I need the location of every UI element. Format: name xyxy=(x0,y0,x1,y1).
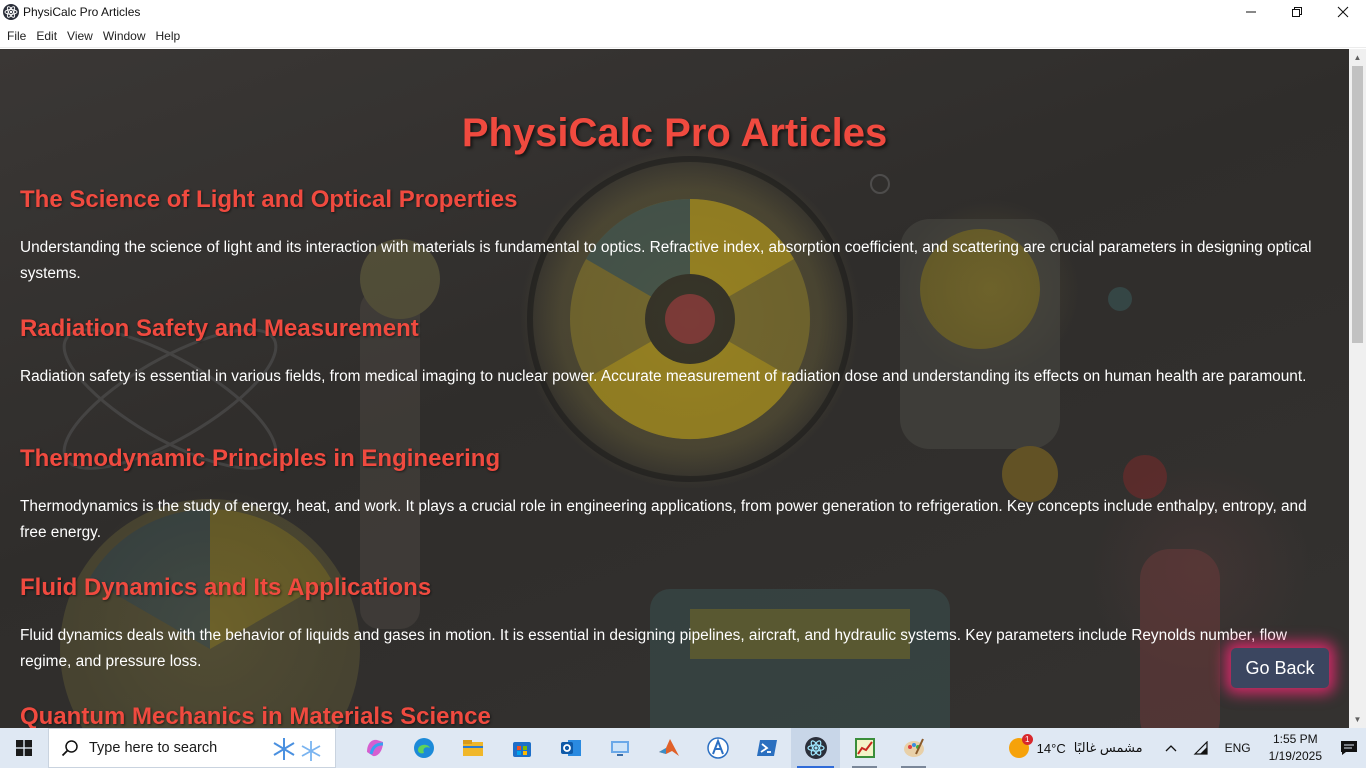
close-button[interactable] xyxy=(1320,0,1366,24)
network-folder-app[interactable] xyxy=(595,728,644,768)
menu-help[interactable]: Help xyxy=(151,24,186,48)
arduino-icon xyxy=(706,737,729,759)
network-folder-icon xyxy=(610,741,629,756)
copilot-icon xyxy=(366,739,383,757)
chart-app-icon xyxy=(854,738,875,758)
restore-button[interactable] xyxy=(1274,0,1320,24)
edge-app[interactable] xyxy=(399,728,448,768)
matlab-icon xyxy=(658,739,679,756)
weather-widget[interactable]: 1 14°C مشمس غالبًا xyxy=(1008,734,1143,758)
snowflake-icon xyxy=(273,738,321,761)
scroll-down-arrow-icon[interactable]: ▼ xyxy=(1349,711,1366,728)
vertical-scrollbar[interactable]: ▲ ▼ xyxy=(1349,49,1366,728)
outlook-icon xyxy=(560,740,581,756)
matlab-app[interactable] xyxy=(644,728,693,768)
network-button[interactable] xyxy=(1193,741,1209,755)
menu-file[interactable]: File xyxy=(2,24,31,48)
language-indicator[interactable]: ENG xyxy=(1225,741,1251,755)
windows-logo-icon xyxy=(16,740,32,756)
taskbar-search[interactable]: Type here to search xyxy=(48,728,336,768)
search-placeholder: Type here to search xyxy=(89,740,218,756)
electron-app[interactable] xyxy=(791,728,840,768)
search-icon xyxy=(61,740,78,757)
window-controls xyxy=(1228,0,1366,24)
edge-icon xyxy=(413,738,434,758)
arduino-app[interactable] xyxy=(693,728,742,768)
close-icon xyxy=(1337,6,1349,18)
menu-bar: File Edit View Window Help xyxy=(0,24,1366,48)
paint-app[interactable] xyxy=(889,728,938,768)
article-body: Fluid dynamics deals with the behavior o… xyxy=(20,627,1287,670)
article-body: Radiation safety is essential in various… xyxy=(20,368,1307,385)
article-radiation: Radiation Safety and Measurement Radiati… xyxy=(20,314,1330,408)
minimize-icon xyxy=(1246,11,1256,13)
article-heading: Quantum Mechanics in Materials Science xyxy=(20,703,491,728)
article-heading: Fluid Dynamics and Its Applications xyxy=(20,574,432,601)
powershell-icon xyxy=(756,740,777,756)
menu-window[interactable]: Window xyxy=(98,24,151,48)
electron-app-icon xyxy=(804,737,827,759)
start-button[interactable] xyxy=(0,728,48,768)
window-title: PhysiCalc Pro Articles xyxy=(23,5,141,19)
store-app[interactable] xyxy=(497,728,546,768)
wifi-icon xyxy=(1193,741,1208,755)
chart-app[interactable] xyxy=(840,728,889,768)
article-optics: The Science of Light and Optical Propert… xyxy=(20,185,1330,305)
taskbar-apps xyxy=(350,728,938,768)
clock[interactable]: 1:55 PM 1/19/2025 xyxy=(1269,731,1322,765)
store-icon xyxy=(512,742,531,757)
article-body: Understanding the science of light and i… xyxy=(20,239,1312,282)
system-tray: 1 14°C مشمس غالبًا ENG 1:55 PM 1/19/2025 xyxy=(1008,728,1366,768)
notifications-button[interactable] xyxy=(1332,728,1366,768)
app-atom-icon xyxy=(3,4,19,20)
weather-temperature: 14°C xyxy=(1036,740,1066,756)
restore-icon xyxy=(1292,7,1302,17)
article-body: Thermodynamics is the study of energy, h… xyxy=(20,498,1307,541)
weather-badge: 1 xyxy=(1021,734,1033,745)
clock-time: 1:55 PM xyxy=(1272,732,1318,746)
file-explorer-icon xyxy=(462,740,483,756)
menu-view[interactable]: View xyxy=(62,24,98,48)
window-titlebar: PhysiCalc Pro Articles xyxy=(0,0,1366,24)
minimize-button[interactable] xyxy=(1228,0,1274,24)
outlook-app[interactable] xyxy=(546,728,595,768)
go-back-button[interactable]: Go Back xyxy=(1231,648,1329,688)
powershell-app[interactable] xyxy=(742,728,791,768)
copilot-app[interactable] xyxy=(350,728,399,768)
paint-icon xyxy=(903,738,924,757)
scroll-thumb[interactable] xyxy=(1352,66,1363,343)
article-thermodynamics: Thermodynamic Principles in Engineering … xyxy=(20,444,1330,564)
articles-page: PhysiCalc Pro Articles The Science of Li… xyxy=(0,49,1349,728)
scroll-up-arrow-icon[interactable]: ▲ xyxy=(1349,49,1366,66)
file-explorer-app[interactable] xyxy=(448,728,497,768)
article-quantum: Quantum Mechanics in Materials Science xyxy=(20,702,1330,728)
notification-icon xyxy=(1341,741,1357,755)
chevron-up-icon xyxy=(1165,745,1177,752)
sun-cloud-icon: 1 xyxy=(1008,734,1033,758)
weather-description: مشمس غالبًا xyxy=(1073,740,1143,755)
article-heading: Radiation Safety and Measurement xyxy=(20,315,419,342)
taskbar: Type here to search 1 14°C مشمس غالبًا E… xyxy=(0,728,1366,768)
menu-edit[interactable]: Edit xyxy=(31,24,62,48)
article-heading: Thermodynamic Principles in Engineering xyxy=(20,445,501,472)
clock-date: 1/19/2025 xyxy=(1268,749,1322,763)
article-fluid-dynamics: Fluid Dynamics and Its Applications Flui… xyxy=(20,573,1330,693)
show-hidden-icons-button[interactable] xyxy=(1165,744,1177,752)
article-heading: The Science of Light and Optical Propert… xyxy=(20,186,518,213)
